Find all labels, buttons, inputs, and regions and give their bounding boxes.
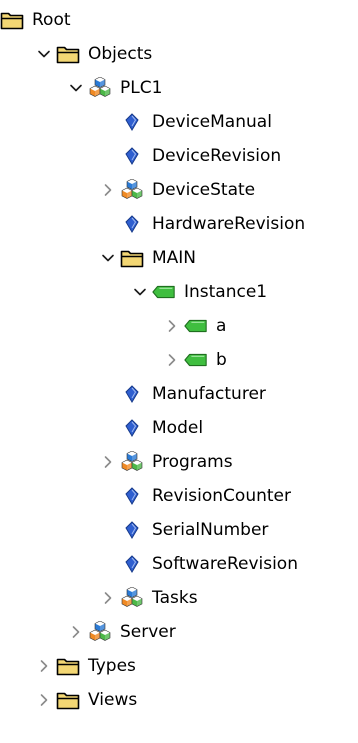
- tree-node-label: b: [216, 350, 227, 370]
- tree-node-server[interactable]: Server: [64, 615, 176, 649]
- tree-node-label: DeviceState: [152, 180, 256, 200]
- variable-tag-icon: [120, 416, 144, 440]
- tree-node-label: Programs: [152, 452, 233, 472]
- tree-node-label: SerialNumber: [152, 520, 269, 540]
- tree-node-serial-number[interactable]: SerialNumber: [96, 513, 268, 547]
- tree-node-device-revision[interactable]: DeviceRevision: [96, 139, 281, 173]
- chevron-right-icon[interactable]: [160, 343, 184, 377]
- tree-node-label: Objects: [88, 44, 153, 64]
- tree-node-tasks[interactable]: Tasks: [96, 581, 198, 615]
- tree-node-root[interactable]: Root: [0, 3, 71, 37]
- green-tag-icon: [152, 280, 176, 304]
- tree-node-label: Tasks: [152, 588, 198, 608]
- tree-node-label: MAIN: [152, 248, 197, 268]
- variable-tag-icon: [120, 518, 144, 542]
- green-tag-icon: [184, 314, 208, 338]
- folder-icon: [56, 42, 80, 66]
- chevron-right-icon[interactable]: [64, 615, 88, 649]
- variable-tag-icon: [120, 484, 144, 508]
- chevron-right-icon[interactable]: [160, 309, 184, 343]
- tree-node-label: Manufacturer: [152, 384, 266, 404]
- tree-node-label: Model: [152, 418, 204, 438]
- tree-node-manufacturer[interactable]: Manufacturer: [96, 377, 266, 411]
- object-cubes-icon: [88, 620, 112, 644]
- tree-view: Root Objects PLC1 DeviceManual DeviceRevisio…: [0, 0, 358, 743]
- tree-node-instance1[interactable]: Instance1: [128, 275, 267, 309]
- chevron-right-icon[interactable]: [96, 581, 120, 615]
- tree-node-label: HardwareRevision: [152, 214, 306, 234]
- tree-node-types[interactable]: Types: [32, 649, 136, 683]
- variable-tag-icon: [120, 110, 144, 134]
- tree-node-device-manual[interactable]: DeviceManual: [96, 105, 272, 139]
- chevron-down-icon[interactable]: [128, 275, 152, 309]
- object-cubes-icon: [120, 450, 144, 474]
- object-cubes-icon: [120, 178, 144, 202]
- tree-node-label: Root: [32, 10, 71, 30]
- object-cubes-icon: [88, 76, 112, 100]
- tree-node-label: Server: [120, 622, 176, 642]
- chevron-right-icon[interactable]: [32, 683, 56, 717]
- tree-node-label: PLC1: [120, 78, 163, 98]
- variable-tag-icon: [120, 144, 144, 168]
- chevron-right-icon[interactable]: [32, 649, 56, 683]
- tree-node-revision-counter[interactable]: RevisionCounter: [96, 479, 291, 513]
- folder-icon: [0, 8, 24, 32]
- tree-node-label: RevisionCounter: [152, 486, 291, 506]
- chevron-down-icon[interactable]: [96, 241, 120, 275]
- variable-tag-icon: [120, 552, 144, 576]
- chevron-down-icon[interactable]: [64, 71, 88, 105]
- tree-node-objects[interactable]: Objects: [32, 37, 152, 71]
- chevron-right-icon[interactable]: [96, 173, 120, 207]
- tree-node-label: Instance1: [184, 282, 268, 302]
- chevron-down-icon[interactable]: [32, 37, 56, 71]
- tree-node-model[interactable]: Model: [96, 411, 203, 445]
- tree-node-views[interactable]: Views: [32, 683, 137, 717]
- tree-node-label: DeviceManual: [152, 112, 272, 132]
- tree-node-label: Views: [88, 690, 138, 710]
- object-cubes-icon: [120, 586, 144, 610]
- chevron-right-icon[interactable]: [96, 445, 120, 479]
- folder-icon: [120, 246, 144, 270]
- tree-node-label: SoftwareRevision: [152, 554, 298, 574]
- variable-tag-icon: [120, 382, 144, 406]
- tree-node-main[interactable]: MAIN: [96, 241, 196, 275]
- folder-icon: [56, 688, 80, 712]
- tree-node-label: DeviceRevision: [152, 146, 282, 166]
- tree-node-device-state[interactable]: DeviceState: [96, 173, 255, 207]
- tree-node-label: Types: [88, 656, 136, 676]
- tree-node-label: a: [216, 316, 227, 336]
- tree-node-a[interactable]: a: [160, 309, 226, 343]
- folder-icon: [56, 654, 80, 678]
- tree-node-b[interactable]: b: [160, 343, 227, 377]
- variable-tag-icon: [120, 212, 144, 236]
- tree-node-programs[interactable]: Programs: [96, 445, 233, 479]
- tree-node-software-revision[interactable]: SoftwareRevision: [96, 547, 298, 581]
- tree-node-hardware-revision[interactable]: HardwareRevision: [96, 207, 305, 241]
- tree-node-plc1[interactable]: PLC1: [64, 71, 162, 105]
- green-tag-icon: [184, 348, 208, 372]
